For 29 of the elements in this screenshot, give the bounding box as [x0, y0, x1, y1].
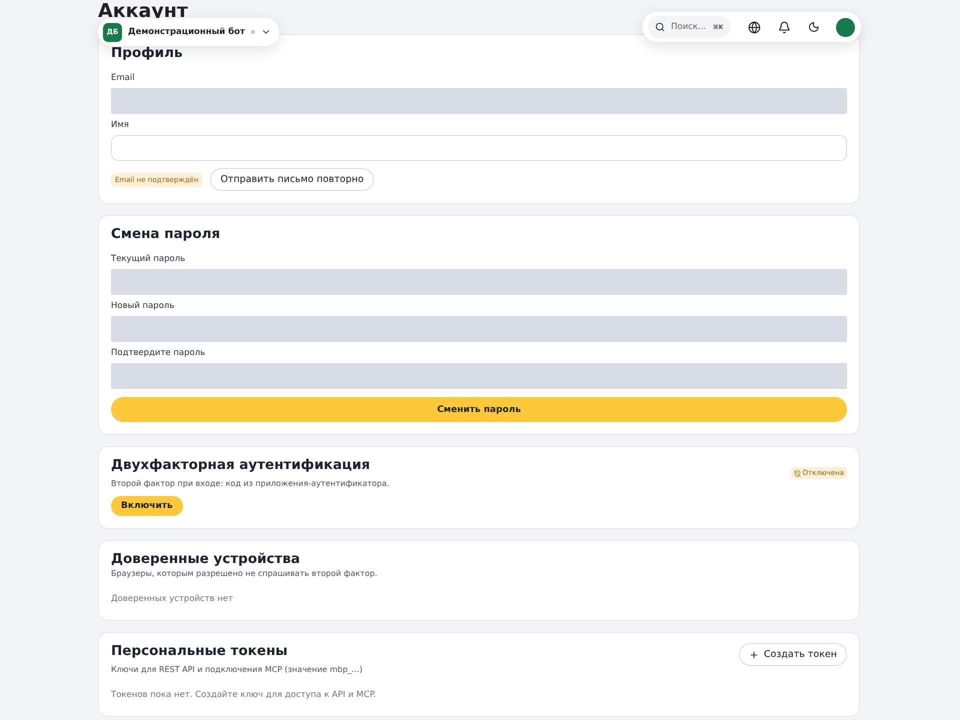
status-dot-icon — [250, 30, 255, 34]
resend-button[interactable]: Отправить письмо повторно — [210, 168, 374, 191]
field-label: Имя — [111, 120, 130, 130]
enable-button[interactable]: Включить — [111, 496, 183, 516]
card-title: Двухфакторная аутентификация — [111, 457, 372, 473]
card-title: Персональные токены — [111, 643, 289, 659]
moon-icon[interactable] — [808, 21, 820, 33]
search-icon — [655, 22, 665, 32]
card-subtitle: Второй фактор при входе: код из приложения-аутентификатора. — [111, 479, 390, 488]
user-avatar[interactable] — [836, 18, 855, 36]
search-input[interactable]: Поиск... — [669, 21, 709, 33]
field-label: Новый пароль — [111, 301, 176, 311]
card-title: Смена пароля — [111, 226, 222, 242]
field-label: Текущий пароль — [111, 254, 186, 264]
card-subtitle: Ключи для REST API и подключения MCP (значение mbp_...) — [111, 665, 362, 674]
plus-icon — [748, 650, 759, 660]
empty-message: Доверенных устройств нет — [111, 594, 234, 604]
change-password-button[interactable]: Сменить пароль — [111, 397, 847, 422]
field-label: Подтвердите пароль — [111, 348, 206, 358]
input-field[interactable] — [111, 135, 847, 161]
globe-icon[interactable] — [748, 20, 762, 34]
card-title: Профиль — [111, 45, 184, 61]
card-title: Доверенные устройства — [111, 551, 302, 567]
bell-icon[interactable] — [778, 20, 791, 34]
field-label: Email — [111, 73, 136, 83]
card-subtitle: Браузеры, которым разрешено не спрашивать второй фактор. — [111, 569, 378, 578]
workspace-name: Демонстрационный бот — [128, 27, 245, 37]
empty-message: Токенов пока нет. Создайте ключ для доступа к API и MCP. — [111, 690, 378, 700]
create-token-button[interactable]: Создать токен — [738, 643, 847, 666]
